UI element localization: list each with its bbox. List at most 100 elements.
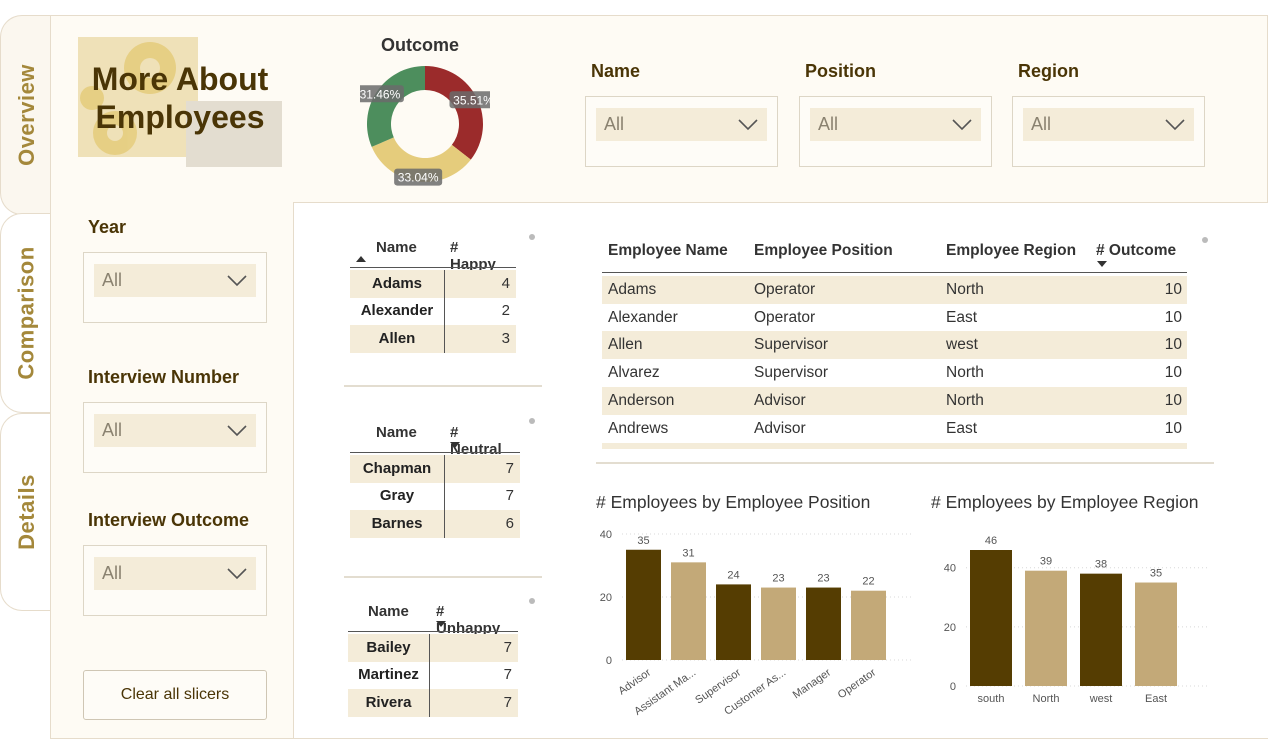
scrollbar-indicator[interactable] <box>1202 237 1208 243</box>
data-label: 46 <box>985 535 997 547</box>
cell-name: Bailey <box>366 639 411 656</box>
tab-comparison[interactable]: Comparison <box>0 213 52 413</box>
cell-position: Advisor <box>754 420 806 437</box>
employees-by-position-chart[interactable]: 02040 35Advisor31Assistant Ma...24Supervi… <box>586 516 916 722</box>
cell-position: Supervisor <box>754 364 829 381</box>
cell-outcome: 10 <box>1164 420 1182 437</box>
table-row[interactable]: Gray 7 <box>350 482 520 510</box>
scrollbar-indicator[interactable] <box>529 234 535 240</box>
table-row[interactable]: Allen Supervisor west 10 <box>602 331 1187 359</box>
title-line1: More About <box>91 61 269 97</box>
position-chart-title: # Employees by Employee Position <box>596 492 871 512</box>
tab-details[interactable]: Details <box>0 413 52 611</box>
x-tick-label: west <box>1089 693 1113 705</box>
cell-outcome: 10 <box>1164 392 1182 409</box>
employee-position-header[interactable]: Employee Position <box>754 242 893 260</box>
interview-outcome-dropdown-value: All <box>102 563 123 583</box>
interview-outcome-dropdown[interactable]: All <box>94 557 256 590</box>
cell-name: Martinez <box>358 666 419 683</box>
table-row[interactable]: Alexander Operator East 10 <box>602 304 1187 332</box>
data-label: 39 <box>1040 556 1052 568</box>
name-dropdown[interactable]: All <box>596 108 767 141</box>
chevron-down-icon <box>227 567 247 579</box>
tab-details-label: Details <box>13 474 39 550</box>
data-label: 23 <box>772 573 784 585</box>
cell-count: 3 <box>444 325 516 353</box>
cell-outcome: 10 <box>1164 281 1182 298</box>
cell-region: East <box>946 420 978 437</box>
x-tick-label: south <box>978 693 1005 705</box>
x-tick-label: Manager <box>791 666 834 701</box>
donut-slice[interactable] <box>425 66 483 160</box>
table-row[interactable]: Adams 4 <box>350 270 516 298</box>
cell-position: Operator <box>754 309 816 326</box>
interview-number-slicer-label: Interview Number <box>88 367 240 387</box>
cell-name: Allen <box>378 330 416 347</box>
outcome-header[interactable]: # Outcome <box>1096 242 1176 260</box>
data-label: 38 <box>1095 559 1107 571</box>
interview-number-dropdown[interactable]: All <box>94 414 256 447</box>
clear-all-slicers-button[interactable]: Clear all slicers <box>83 670 267 720</box>
bar[interactable] <box>671 562 706 660</box>
bar[interactable] <box>1025 570 1067 686</box>
table-row[interactable]: Alexander 2 <box>350 297 516 325</box>
cell-count: 6 <box>444 510 520 538</box>
year-dropdown[interactable]: All <box>94 264 256 297</box>
y-tick-label: 0 <box>606 655 612 667</box>
cell-outcome: 10 <box>1164 364 1182 381</box>
data-label: 35 <box>637 535 649 547</box>
table-row[interactable]: Andrews Advisor East 10 <box>602 415 1187 443</box>
table-row[interactable]: Anderson Advisor North 10 <box>602 387 1187 415</box>
bar[interactable] <box>1135 582 1177 686</box>
scrollbar-indicator[interactable] <box>529 598 535 604</box>
table-row[interactable]: Adams Operator North 10 <box>602 276 1187 304</box>
tab-comparison-label: Comparison <box>13 246 39 380</box>
y-tick-label: 20 <box>600 592 612 604</box>
slice-label: 31.46% <box>360 87 401 101</box>
data-label: 31 <box>682 547 694 559</box>
region-dropdown-value: All <box>1031 114 1052 134</box>
table-row[interactable]: Alvarez Supervisor North 10 <box>602 359 1187 387</box>
table-row[interactable]: Chapman 7 <box>350 455 520 483</box>
y-tick-label: 0 <box>950 681 956 693</box>
table-row[interactable]: Rivera 7 <box>348 689 518 717</box>
donut-slice[interactable] <box>367 66 425 147</box>
position-dropdown[interactable]: All <box>810 108 981 141</box>
bar[interactable] <box>716 584 751 660</box>
bar[interactable] <box>1080 573 1122 686</box>
x-tick-label: East <box>1145 693 1167 705</box>
scrollbar-indicator[interactable] <box>529 418 535 424</box>
employee-region-header[interactable]: Employee Region <box>946 242 1076 260</box>
data-label: 23 <box>817 573 829 585</box>
employees-by-region-chart[interactable]: 0 20 40 46 south 39 North 38 west 35 East <box>926 516 1216 712</box>
header-divider <box>350 267 516 268</box>
bar[interactable] <box>806 587 841 660</box>
y-tick-label: 40 <box>600 529 612 541</box>
bar[interactable] <box>970 550 1012 686</box>
outcome-donut-chart[interactable]: 35.51% 33.04% 31.46% <box>360 60 490 190</box>
cell-name: Adams <box>608 281 657 298</box>
tab-overview-label: Overview <box>13 64 39 166</box>
employee-name-header[interactable]: Employee Name <box>608 242 728 260</box>
table-row[interactable]: Allen 3 <box>350 325 516 353</box>
cell-region: North <box>946 281 984 298</box>
cell-count: 2 <box>444 297 516 325</box>
table-row[interactable]: Barnes 6 <box>350 510 520 538</box>
unhappy-table-name-header[interactable]: Name <box>368 603 409 620</box>
bar[interactable] <box>851 590 886 660</box>
position-slicer-label: Position <box>805 61 876 81</box>
bar[interactable] <box>626 549 661 660</box>
tab-overview[interactable]: Overview <box>0 15 52 215</box>
happy-table-name-header[interactable]: Name <box>376 239 417 256</box>
chevron-down-icon <box>227 424 247 436</box>
table-row[interactable]: Bailey 7 <box>348 634 518 662</box>
y-tick-label: 20 <box>944 622 956 634</box>
cell-count: 7 <box>429 661 518 689</box>
x-tick-label: North <box>1033 693 1060 705</box>
neutral-table-name-header[interactable]: Name <box>376 424 417 441</box>
bar[interactable] <box>761 587 796 660</box>
cell-outcome: 10 <box>1164 336 1182 353</box>
table-row[interactable]: Martinez 7 <box>348 661 518 689</box>
region-dropdown[interactable]: All <box>1023 108 1194 141</box>
header-divider <box>602 272 1187 273</box>
